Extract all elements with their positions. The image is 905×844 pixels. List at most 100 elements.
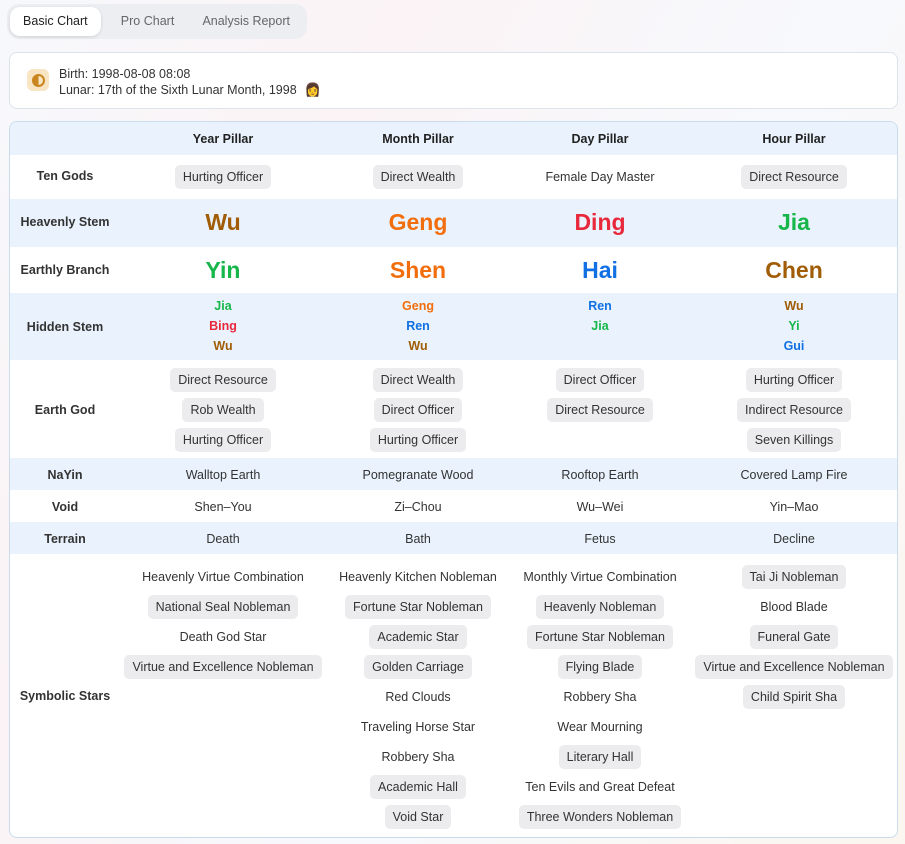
symbolic-star-item: Traveling Horse Star (360, 720, 476, 734)
hidden-stems-day: Ren Jia (515, 296, 685, 336)
header-year-pillar: Year Pillar (192, 132, 254, 146)
void-year: Shen–You (194, 500, 252, 514)
female-icon: 👩 (304, 82, 321, 97)
symbolic-star-item: Heavenly Nobleman (535, 595, 665, 619)
symbolic-star-item: Robbery Sha (563, 690, 637, 704)
terrain-hour: Decline (773, 532, 815, 546)
void-hour: Yin–Mao (769, 500, 819, 514)
stars-month: Heavenly Kitchen Nobleman Fortune Star No… (323, 565, 513, 835)
branch-month: Shen (389, 257, 447, 283)
hidden-stem-item: Yi (788, 319, 800, 333)
symbolic-star-item: Literary Hall (558, 745, 642, 769)
symbolic-star-item: National Seal Nobleman (147, 595, 299, 619)
hidden-stem-item: Jia (214, 299, 232, 313)
lunar-date: Lunar: 17th of the Sixth Lunar Month, 19… (59, 83, 297, 97)
hidden-stem-row: Hidden Stem Jia Bing Wu Geng Ren Wu Ren … (10, 293, 897, 360)
row-label-nayin: NaYin (47, 468, 83, 482)
header-hour-pillar: Hour Pillar (762, 132, 826, 146)
row-label-void: Void (51, 500, 79, 514)
row-label-heavenly-stem: Heavenly Stem (20, 215, 110, 229)
branch-hour: Chen (765, 257, 823, 283)
row-label-hidden-stem: Hidden Stem (26, 320, 104, 334)
hidden-stems-month: Geng Ren Wu (323, 296, 513, 356)
nayin-year: Walltop Earth (185, 468, 261, 482)
symbolic-star-item: Fortune Star Nobleman (527, 625, 673, 649)
terrain-month: Bath (405, 532, 431, 546)
header-month-pillar: Month Pillar (382, 132, 454, 146)
hidden-stem-item: Gui (783, 339, 805, 353)
hidden-stems-year: Jia Bing Wu (127, 296, 319, 356)
hidden-stem-item: Bing (209, 319, 237, 333)
symbolic-star-item: Blood Blade (760, 600, 828, 614)
hidden-stem-item: Ren (406, 319, 430, 333)
hidden-stem-item: Wu (408, 339, 428, 353)
chart-tabs: Basic Chart Pro Chart Analysis Report (7, 4, 307, 39)
stem-year: Wu (205, 209, 241, 235)
terrain-row: Terrain Death Bath Fetus Decline (10, 522, 897, 554)
nayin-day: Rooftop Earth (561, 468, 639, 482)
earth-god-item: Hurting Officer (745, 368, 843, 392)
symbolic-star-item: Heavenly Kitchen Nobleman (339, 570, 497, 584)
birth-date: Birth: 1998-08-08 08:08 (59, 67, 191, 81)
earth-god-item: Seven Killings (746, 428, 842, 452)
stars-hour: Tai Ji Nobleman Blood Blade Funeral Gate Vi… (695, 565, 893, 715)
ten-gods-row: Ten Gods Hurting Officer Direct Wealth F… (10, 155, 897, 199)
earth-god-item: Direct Wealth (372, 368, 464, 392)
row-label-ten-gods: Ten Gods (36, 169, 94, 183)
symbolic-star-item: Funeral Gate (749, 625, 839, 649)
ten-god-year: Hurting Officer (174, 165, 272, 189)
stem-month: Geng (388, 209, 448, 235)
void-month: Zi–Chou (394, 500, 442, 514)
void-day: Wu–Wei (576, 500, 624, 514)
symbolic-star-item: Three Wonders Nobleman (518, 805, 682, 829)
hidden-stem-item: Ren (588, 299, 612, 313)
symbolic-stars-row: Symbolic Stars Heavenly Virtue Combinati… (10, 554, 897, 837)
hidden-stem-item: Wu (784, 299, 804, 313)
stars-day: Monthly Virtue Combination Heavenly Noble… (515, 565, 685, 835)
terrain-year: Death (206, 532, 240, 546)
branch-year: Yin (205, 257, 241, 283)
earth-god-row: Earth God Direct Resource Rob Wealth Hur… (10, 360, 897, 458)
symbolic-star-item: Ten Evils and Great Defeat (525, 780, 675, 794)
symbolic-star-item: Heavenly Virtue Combination (142, 570, 304, 584)
earth-god-item: Direct Officer (373, 398, 463, 422)
symbolic-star-item: Golden Carriage (364, 655, 472, 679)
symbolic-star-item: Red Clouds (385, 690, 451, 704)
earth-god-item: Hurting Officer (369, 428, 467, 452)
table-header-row: Year Pillar Month Pillar Day Pillar Hour… (10, 122, 897, 155)
earthly-branch-row: Earthly Branch Yin Shen Hai Chen (10, 247, 897, 293)
symbolic-star-item: Fortune Star Nobleman (345, 595, 491, 619)
row-label-symbolic-stars: Symbolic Stars (19, 689, 111, 703)
row-label-earthly-branch: Earthly Branch (20, 263, 110, 277)
void-row: Void Shen–You Zi–Chou Wu–Wei Yin–Mao (10, 490, 897, 522)
symbolic-star-item: Tai Ji Nobleman (741, 565, 847, 589)
ten-god-month: Direct Wealth (372, 165, 464, 189)
ten-god-hour: Direct Resource (741, 165, 847, 189)
symbolic-star-item: Wear Mourning (557, 720, 643, 734)
symbolic-star-item: Child Spirit Sha (742, 685, 846, 709)
earth-god-item: Rob Wealth (182, 398, 264, 422)
tab-analysis-report[interactable]: Analysis Report (190, 7, 302, 36)
earth-god-item: Direct Resource (170, 368, 276, 392)
symbolic-star-item: Death God Star (179, 630, 267, 644)
bazi-chart-table: Year Pillar Month Pillar Day Pillar Hour… (9, 121, 898, 838)
heavenly-stem-row: Heavenly Stem Wu Geng Ding Jia (10, 199, 897, 247)
symbolic-star-item: Academic Hall (370, 775, 466, 799)
tab-pro-chart[interactable]: Pro Chart (107, 7, 189, 36)
nayin-hour: Covered Lamp Fire (740, 468, 848, 482)
symbolic-star-item: Void Star (384, 805, 452, 829)
tab-basic-chart[interactable]: Basic Chart (10, 7, 101, 36)
nayin-month: Pomegranate Wood (362, 468, 474, 482)
hidden-stem-item: Jia (591, 319, 609, 333)
row-label-terrain: Terrain (44, 532, 86, 546)
birth-info-text: Birth: 1998-08-08 08:08 Lunar: 17th of t… (59, 66, 321, 98)
symbolic-star-item: Monthly Virtue Combination (523, 570, 677, 584)
nayin-row: NaYin Walltop Earth Pomegranate Wood Roo… (10, 458, 897, 490)
ten-god-day: Female Day Master (545, 170, 655, 184)
earth-god-item: Indirect Resource (737, 398, 851, 422)
symbolic-star-item: Robbery Sha (381, 750, 455, 764)
hidden-stem-item: Wu (213, 339, 233, 353)
earth-god-item: Hurting Officer (174, 428, 272, 452)
stem-day: Ding (574, 209, 626, 235)
symbolic-star-item: Virtue and Excellence Nobleman (695, 655, 893, 679)
